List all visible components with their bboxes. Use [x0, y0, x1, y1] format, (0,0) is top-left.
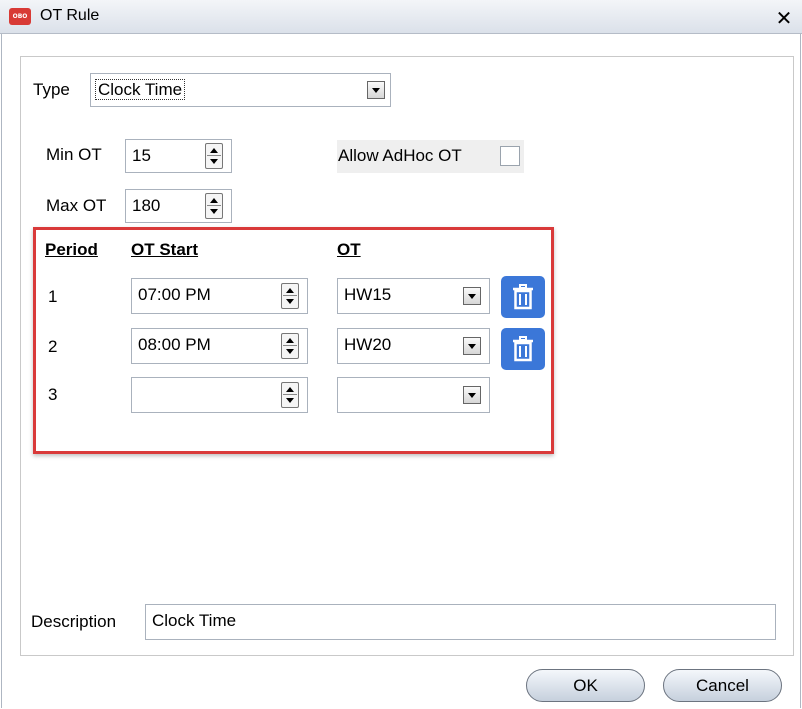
spin-up-icon[interactable] — [210, 198, 218, 203]
max-ot-spinner[interactable] — [205, 193, 223, 219]
max-ot-label: Max OT — [46, 196, 107, 215]
cancel-button[interactable]: Cancel — [663, 669, 782, 702]
type-select-value: Clock Time — [95, 79, 186, 100]
title-bar: OBO OT Rule ✕ — [0, 0, 802, 34]
description-input[interactable]: Clock Time — [145, 604, 776, 640]
description-label: Description — [31, 612, 117, 631]
allow-adhoc-checkbox[interactable] — [500, 146, 520, 166]
type-select[interactable]: Clock Time — [90, 73, 391, 107]
spin-down-icon[interactable] — [210, 209, 218, 214]
app-icon: OBO — [9, 8, 31, 25]
close-icon[interactable]: ✕ — [774, 8, 794, 28]
spin-up-icon[interactable] — [210, 148, 218, 153]
window-title: OT Rule — [40, 7, 100, 24]
highlight-box — [33, 227, 554, 454]
type-dropdown-chevron-icon[interactable] — [367, 81, 385, 99]
spin-down-icon[interactable] — [210, 159, 218, 164]
type-label: Type — [33, 80, 70, 99]
ok-button[interactable]: OK — [526, 669, 645, 702]
allow-adhoc-label: Allow AdHoc OT — [338, 146, 462, 165]
min-ot-label: Min OT — [46, 145, 102, 164]
min-ot-spinner[interactable] — [205, 143, 223, 169]
